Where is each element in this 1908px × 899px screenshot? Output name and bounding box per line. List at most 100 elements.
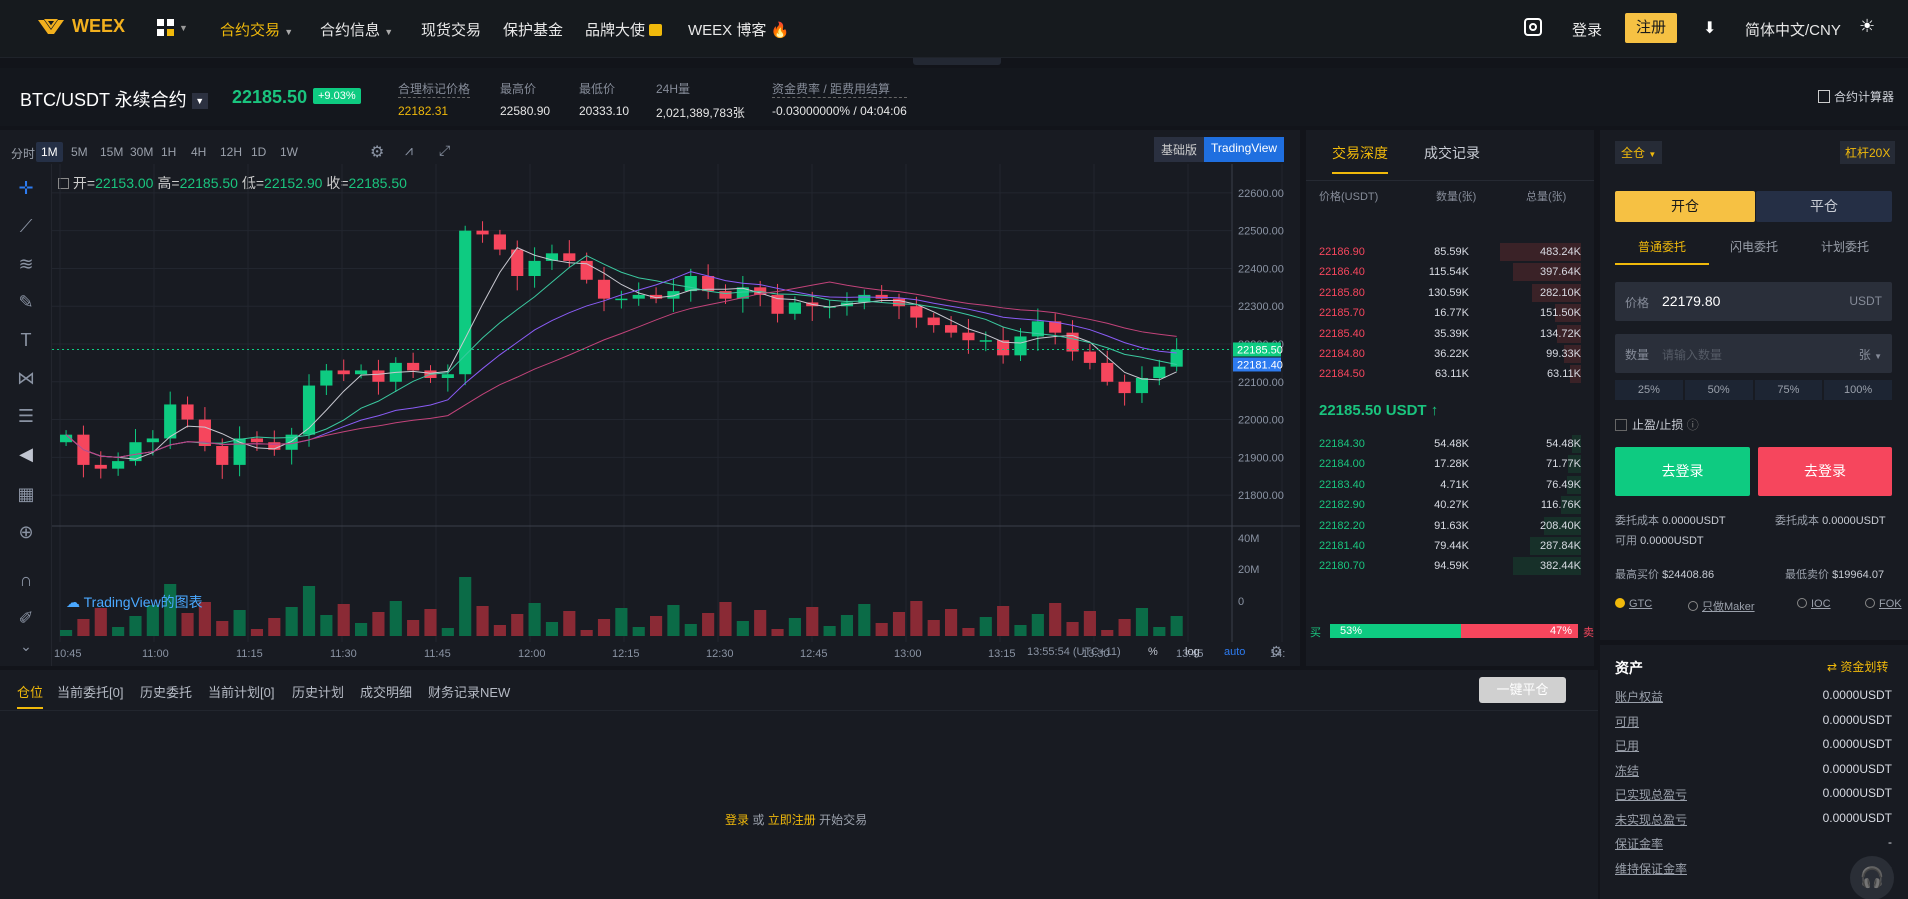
timeframe-7[interactable]: 12H: [215, 142, 247, 162]
theme-toggle-icon[interactable]: ☀: [1859, 16, 1875, 37]
crosshair-icon[interactable]: ✛: [14, 178, 38, 202]
timeframe-1[interactable]: 1M: [36, 142, 63, 162]
order-type-flash[interactable]: 闪电委托: [1730, 238, 1778, 255]
timeframe-6[interactable]: 4H: [186, 142, 211, 162]
weex-logo[interactable]: WEEX: [36, 16, 125, 37]
chart-footer-gear-icon[interactable]: ⚙: [1270, 643, 1283, 660]
prompt-register-link[interactable]: 立即注册: [768, 813, 816, 827]
order-type-plan[interactable]: 计划委托: [1821, 238, 1869, 255]
close-position-tab[interactable]: 平仓: [1756, 191, 1892, 222]
trend-line-icon[interactable]: ⟋: [14, 216, 38, 240]
pattern-icon[interactable]: ⋈: [14, 368, 38, 392]
tradingview-watermark[interactable]: ☁ TradingView的图表: [66, 592, 203, 612]
order-type-limit[interactable]: 普通委托: [1615, 238, 1709, 265]
log-scale-toggle[interactable]: log: [1185, 646, 1200, 658]
position-tab-2[interactable]: 历史委托: [140, 682, 192, 701]
fib-icon[interactable]: ≋: [14, 254, 38, 278]
tpsl-checkbox[interactable]: 止盈/止损 ⓘ: [1615, 416, 1699, 433]
tif-ioc[interactable]: IOC: [1797, 598, 1831, 610]
candle: [892, 298, 906, 307]
nav-protection-fund[interactable]: 保护基金: [503, 19, 563, 40]
chevron-down-icon[interactable]: ⌄: [14, 638, 38, 662]
zoom-in-icon[interactable]: ⊕: [14, 522, 38, 546]
nav-contract-info[interactable]: 合约信息 ▼: [320, 19, 393, 40]
asset-label: 冻结: [1615, 763, 1640, 778]
timeframe-0[interactable]: 分时: [6, 142, 40, 165]
prompt-login-link[interactable]: 登录: [725, 813, 749, 827]
nav-futures[interactable]: 合约交易 ▼: [220, 19, 293, 40]
transfer-label: 资金划转: [1840, 660, 1889, 674]
brush-icon[interactable]: ✎: [14, 292, 38, 316]
buy-pct: 53%: [1340, 625, 1363, 637]
mode-basic-button[interactable]: 基础版: [1154, 137, 1205, 162]
register-button[interactable]: 注册: [1625, 13, 1677, 43]
nav-spot[interactable]: 现货交易: [421, 19, 481, 40]
price-field[interactable]: 价格 22179.80 USDT: [1615, 282, 1892, 321]
margin-mode-select[interactable]: 全仓 ▼: [1615, 141, 1663, 164]
text-tool-icon[interactable]: T: [14, 330, 38, 354]
qty-unit[interactable]: 张 ▼: [1859, 346, 1882, 363]
mode-tradingview-button[interactable]: TradingView: [1204, 137, 1285, 162]
back-arrow-icon[interactable]: ◀: [14, 444, 38, 468]
price-chart[interactable]: 22600.0022500.0022400.0022300.0022200.00…: [52, 164, 1300, 666]
tif-gtc[interactable]: GTC: [1615, 598, 1652, 610]
pct-50[interactable]: 50%: [1684, 380, 1753, 400]
nav-blog[interactable]: WEEX 博客 🔥: [688, 19, 789, 40]
tif-fok-label: FOK: [1879, 598, 1902, 610]
position-tab-3[interactable]: 当前计划[0]: [208, 682, 274, 701]
position-tab-4[interactable]: 历史计划: [292, 682, 344, 701]
auto-scale-toggle[interactable]: auto: [1224, 646, 1245, 658]
magnet-icon[interactable]: ∩: [14, 570, 38, 594]
indicator-icon[interactable]: ⩘: [405, 142, 413, 159]
timeframe-2[interactable]: 5M: [66, 142, 93, 162]
transfer-link[interactable]: ⇄ 资金划转: [1827, 658, 1888, 675]
tif-maker[interactable]: 只做Maker: [1688, 598, 1755, 614]
leverage-button[interactable]: 杠杆20X: [1840, 141, 1896, 164]
chart-settings-icon[interactable]: ⚙: [370, 142, 384, 162]
tif-fok[interactable]: FOK: [1865, 598, 1902, 610]
pct-25[interactable]: 25%: [1615, 380, 1683, 400]
download-icon[interactable]: ⬇: [1703, 18, 1716, 38]
tab-trades[interactable]: 成交记录: [1424, 143, 1480, 163]
timeframe-3[interactable]: 15M: [95, 142, 128, 162]
buy-sell-ratio-bar: 53% 47%: [1330, 624, 1578, 638]
pct-100[interactable]: 100%: [1824, 380, 1892, 400]
apps-menu[interactable]: ▼: [157, 19, 188, 37]
ask-row[interactable]: 22184.50 63.11K 63.11K: [1306, 362, 1594, 387]
candle: [181, 404, 194, 420]
sell-short-button[interactable]: 去登录: [1758, 447, 1892, 496]
measure-icon[interactable]: ☰: [14, 406, 38, 430]
timeframe-8[interactable]: 1D: [246, 142, 271, 162]
bid-row[interactable]: 22180.70 94.59K 382.44K: [1306, 554, 1594, 579]
price-input[interactable]: 22179.80: [1662, 293, 1720, 309]
position-tab-1[interactable]: 当前委托[0]: [57, 682, 123, 701]
settings-icon[interactable]: [1524, 18, 1542, 36]
symbol-title[interactable]: BTC/USDT 永续合约 ▼: [20, 86, 208, 112]
volume-bar: [77, 619, 90, 636]
collapse-handle[interactable]: [913, 58, 1001, 65]
lock-draw-icon[interactable]: ✐: [14, 608, 38, 632]
ruler-icon[interactable]: ▦: [14, 484, 38, 508]
timeframe-9[interactable]: 1W: [275, 142, 303, 162]
support-headset-icon[interactable]: 🎧: [1850, 856, 1894, 899]
position-tab-0[interactable]: 仓位: [17, 682, 44, 709]
nav-ambassador[interactable]: 品牌大使: [585, 19, 663, 40]
close-all-button[interactable]: 一键平仓: [1479, 677, 1566, 703]
timeframe-5[interactable]: 1H: [156, 142, 181, 162]
position-tab-5[interactable]: 成交明细: [360, 682, 412, 701]
position-tab-6[interactable]: 财务记录NEW: [428, 682, 510, 701]
volume-bar: [320, 615, 333, 636]
qty-input[interactable]: 请输入数量: [1662, 346, 1722, 363]
open-position-tab[interactable]: 开仓: [1615, 191, 1755, 222]
tab-depth[interactable]: 交易深度: [1332, 143, 1388, 174]
quantity-field[interactable]: 数量 请输入数量 张 ▼: [1615, 334, 1892, 373]
login-link[interactable]: 登录: [1572, 19, 1602, 40]
pct-75[interactable]: 75%: [1754, 380, 1823, 400]
timeframe-4[interactable]: 30M: [125, 142, 158, 162]
calculator-button[interactable]: 合约计算器: [1818, 88, 1894, 105]
chevron-down-icon: ▼: [1648, 150, 1657, 159]
percent-scale-toggle[interactable]: %: [1148, 646, 1158, 658]
buy-long-button[interactable]: 去登录: [1615, 447, 1750, 496]
language-currency[interactable]: 简体中文/CNY: [1745, 19, 1841, 40]
fullscreen-icon[interactable]: ⤢: [439, 142, 450, 159]
